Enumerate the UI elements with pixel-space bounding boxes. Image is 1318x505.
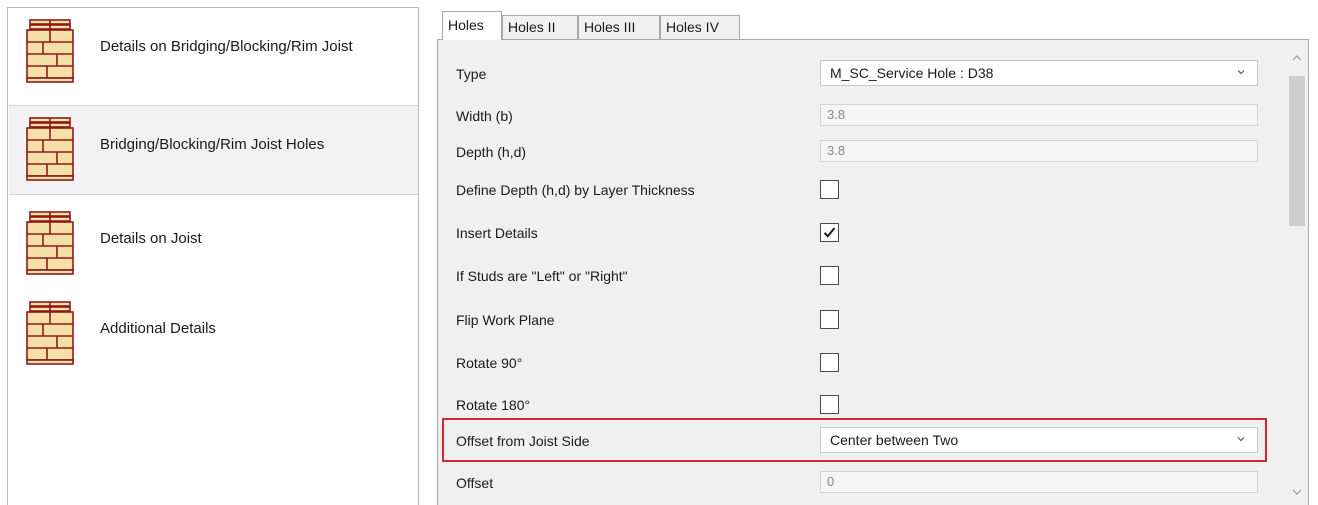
- property-row-type: Type M_SC_Service Hole : D38: [444, 53, 1274, 95]
- rotate-180-checkbox[interactable]: [820, 395, 839, 414]
- studs-label: If Studs are "Left" or "Right": [456, 268, 628, 284]
- insert-details-checkbox[interactable]: [820, 223, 839, 242]
- flip-work-plane-checkbox[interactable]: [820, 310, 839, 329]
- property-row-offset: Offset 0: [444, 462, 1274, 504]
- insert-details-label: Insert Details: [456, 225, 538, 241]
- studs-checkbox[interactable]: [820, 266, 839, 285]
- frame-layout-icon: [25, 211, 79, 275]
- tab-holes-iv[interactable]: Holes IV: [660, 15, 740, 39]
- property-row-rotate-90: Rotate 90°: [444, 342, 1274, 384]
- scrollbar-thumb[interactable]: [1289, 76, 1305, 226]
- tab-label: Holes II: [508, 19, 556, 35]
- property-row-studs: If Studs are "Left" or "Right": [444, 255, 1274, 297]
- tab-holes-iii[interactable]: Holes III: [578, 15, 660, 39]
- checkmark-icon: [823, 227, 836, 238]
- category-list: Details on Bridging/Blocking/Rim Joist B…: [7, 7, 419, 505]
- offset-label: Offset: [456, 475, 494, 491]
- depth-label: Depth (h,d): [456, 144, 527, 160]
- offset-field[interactable]: 0: [820, 471, 1258, 493]
- list-item-label: Details on Joist: [100, 230, 202, 247]
- property-row-offset-from-side: Offset from Joist Side Center between Tw…: [444, 420, 1274, 462]
- list-item-details-joist[interactable]: Details on Joist: [9, 200, 418, 290]
- frame-layout-icon: [25, 301, 79, 365]
- list-item-label: Additional Details: [100, 320, 216, 337]
- offset-from-side-value: Center between Two: [830, 432, 959, 448]
- frame-layout-icon: [25, 117, 79, 181]
- flip-work-plane-label: Flip Work Plane: [456, 312, 555, 328]
- type-value: M_SC_Service Hole : D38: [830, 65, 994, 81]
- width-field[interactable]: 3.8: [820, 104, 1258, 126]
- property-row-insert-details: Insert Details: [444, 212, 1274, 254]
- rotate-90-checkbox[interactable]: [820, 353, 839, 372]
- tab-label: Holes: [448, 17, 484, 33]
- rotate-90-label: Rotate 90°: [456, 355, 523, 371]
- list-item-details-bridging[interactable]: Details on Bridging/Blocking/Rim Joist: [9, 8, 418, 98]
- scroll-up-icon[interactable]: [1292, 54, 1302, 62]
- tab-label: Holes IV: [666, 19, 719, 35]
- type-dropdown[interactable]: M_SC_Service Hole : D38: [820, 60, 1258, 86]
- tab-label: Holes III: [584, 19, 636, 35]
- offset-from-side-label: Offset from Joist Side: [456, 433, 590, 449]
- property-row-depth: Depth (h,d) 3.8: [444, 131, 1274, 173]
- type-label: Type: [456, 66, 487, 82]
- properties-panel: Type M_SC_Service Hole : D38 Width (b) 3…: [437, 39, 1309, 505]
- list-item-label: Bridging/Blocking/Rim Joist Holes: [100, 136, 325, 153]
- list-item-bridging-holes[interactable]: Bridging/Blocking/Rim Joist Holes: [9, 105, 418, 195]
- chevron-down-icon: [1237, 437, 1245, 442]
- define-depth-checkbox[interactable]: [820, 180, 839, 199]
- define-depth-label: Define Depth (h,d) by Layer Thickness: [456, 182, 695, 198]
- tab-holes-ii[interactable]: Holes II: [502, 15, 578, 39]
- frame-layout-icon: [25, 19, 79, 83]
- scroll-down-icon[interactable]: [1292, 488, 1302, 496]
- list-item-label: Details on Bridging/Blocking/Rim Joist: [100, 38, 353, 55]
- depth-field[interactable]: 3.8: [820, 140, 1258, 162]
- tab-holes[interactable]: Holes: [442, 11, 502, 40]
- chevron-down-icon: [1237, 70, 1245, 75]
- vertical-scrollbar[interactable]: [1287, 46, 1307, 504]
- offset-from-side-dropdown[interactable]: Center between Two: [820, 427, 1258, 453]
- property-row-flip-work-plane: Flip Work Plane: [444, 299, 1274, 341]
- property-row-define-depth: Define Depth (h,d) by Layer Thickness: [444, 169, 1274, 211]
- list-item-additional-details[interactable]: Additional Details: [9, 290, 418, 380]
